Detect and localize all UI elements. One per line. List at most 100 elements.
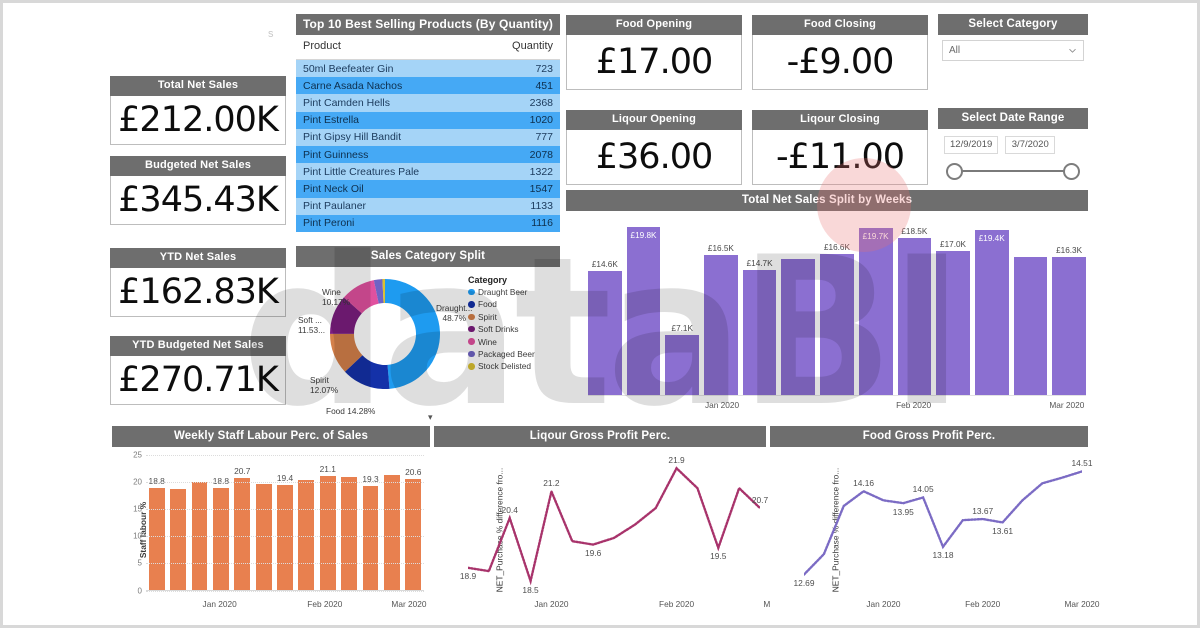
gridline xyxy=(146,508,424,510)
page-edge-left xyxy=(0,0,3,628)
line-path[interactable] xyxy=(468,465,760,586)
cell-product: Carne Asada Nachos xyxy=(296,77,482,95)
slider-handle-end[interactable] xyxy=(1063,162,1080,180)
bar-column[interactable]: £19.8K xyxy=(626,217,661,396)
bar[interactable] xyxy=(936,250,970,396)
bar[interactable] xyxy=(781,259,816,396)
bar[interactable] xyxy=(820,254,854,396)
kpi-card-ytd-net-sales[interactable]: YTD Net Sales £162.83K xyxy=(110,248,286,318)
line-series[interactable]: 18.9 20.4 18.5 21.2 19.6 21.9 19.5 20.7 xyxy=(460,455,768,595)
legend-item[interactable]: Spirit xyxy=(468,312,554,322)
legend-item[interactable]: Draught Beer xyxy=(468,287,554,297)
table-row[interactable]: Pint Peroni 1116 xyxy=(296,214,560,232)
weekly-staff-labour-visual[interactable]: Weekly Staff Labour Perc. of Sales Staff… xyxy=(112,426,430,616)
bar-value-label: £16.5K xyxy=(707,243,734,253)
table-row[interactable]: Pint Paulaner 1133 xyxy=(296,197,560,215)
kpi-card-ytd-budgeted-net-sales[interactable]: YTD Budgeted Net Sales £270.71K xyxy=(110,336,286,406)
bar[interactable] xyxy=(277,485,293,591)
bar[interactable] xyxy=(319,475,336,591)
table-row[interactable]: Pint Little Creatures Pale 1322 xyxy=(296,163,560,181)
date-start-input[interactable]: 12/9/2019 xyxy=(944,135,999,154)
top-products-table-visual[interactable]: Top 10 Best Selling Products (By Quantit… xyxy=(296,14,560,232)
date-range-slicer-visual[interactable]: Select Date Range 12/9/2019 3/7/2020 xyxy=(938,108,1088,190)
food-gross-profit-visual[interactable]: Food Gross Profit Perc. NET_Purchase % d… xyxy=(770,426,1100,616)
legend-item[interactable]: Soft Drinks xyxy=(468,324,554,334)
kpi-card-total-net-sales[interactable]: Total Net Sales £212.00K xyxy=(110,76,286,146)
bar[interactable] xyxy=(362,485,379,591)
kpi-card-liqour-closing[interactable]: Liqour Closing -£11.00 xyxy=(752,110,928,186)
bar-column[interactable]: £19.7K xyxy=(858,217,893,396)
chevron-down-icon[interactable]: ▾ xyxy=(428,412,433,423)
bar-series[interactable]: £14.6K £19.8K £7.1K £16.5K £14.7K £16.6K £19.7… xyxy=(588,217,1086,396)
bar-column[interactable]: £18.5K xyxy=(897,217,932,396)
bar[interactable] xyxy=(170,488,186,591)
point-value-label: 14.51 xyxy=(1071,457,1093,468)
bar[interactable] xyxy=(665,335,700,396)
table-row[interactable]: Pint Estrella 1020 xyxy=(296,111,560,129)
donut-slice-draught-beer[interactable] xyxy=(385,278,440,389)
bar[interactable] xyxy=(148,488,165,591)
bar[interactable] xyxy=(858,227,893,396)
date-range-slider[interactable] xyxy=(946,158,1080,184)
category-slicer-visual[interactable]: Select Category All xyxy=(938,14,1088,67)
line-series[interactable]: 12.69 14.16 13.95 14.05 13.18 13.67 13.61 14.51 xyxy=(794,455,1093,591)
table-row[interactable]: Carne Asada Nachos 451 xyxy=(296,77,560,95)
gridline xyxy=(146,454,424,456)
total-net-sales-by-weeks-visual[interactable]: Total Net Sales Split by Weeks TOTAL NET… xyxy=(566,190,1088,420)
legend-item[interactable]: Packaged Beer xyxy=(468,349,554,359)
bar[interactable] xyxy=(974,230,1009,396)
page-edge-top xyxy=(0,0,1200,3)
bar[interactable] xyxy=(897,237,932,396)
bar-column[interactable]: £14.7K xyxy=(742,217,777,396)
bar[interactable] xyxy=(234,477,251,591)
table-row[interactable]: 50ml Beefeater Gin 723 xyxy=(296,59,560,78)
bar[interactable] xyxy=(212,488,229,591)
bar-value-label: £18.5K xyxy=(901,226,928,236)
bar[interactable] xyxy=(704,254,738,396)
bar-column[interactable]: £7.1K xyxy=(665,217,700,396)
bar[interactable] xyxy=(341,476,358,591)
bar[interactable] xyxy=(742,270,777,396)
slider-handle-start[interactable] xyxy=(946,162,963,180)
bar[interactable] xyxy=(1052,256,1086,396)
kpi-card-liqour-opening[interactable]: Liqour Opening £36.00 xyxy=(566,110,742,186)
bar-column[interactable] xyxy=(1013,217,1048,396)
bar[interactable] xyxy=(588,271,622,396)
category-dropdown[interactable]: All xyxy=(942,39,1084,61)
legend-item[interactable]: Stock Delisted xyxy=(468,361,554,371)
table-row[interactable]: Pint Gipsy Hill Bandit 777 xyxy=(296,128,560,147)
bar-series[interactable]: 18.8 18.8 20.7 19.4 21.1 19.3 20.6 xyxy=(146,455,424,591)
bar[interactable] xyxy=(626,226,661,396)
bar-column[interactable]: £17.0K xyxy=(936,217,970,396)
gridline xyxy=(146,481,424,483)
liqour-gross-profit-visual[interactable]: Liqour Gross Profit Perc. NET_Purchase %… xyxy=(434,426,798,616)
donut-legend[interactable]: Category Draught Beer Food Spirit Soft Drin… xyxy=(468,275,554,374)
kpi-card-budgeted-net-sales[interactable]: Budgeted Net Sales £345.43K xyxy=(110,156,286,226)
bar-column[interactable]: £14.6K xyxy=(588,217,622,396)
bar-column[interactable] xyxy=(781,217,816,396)
legend-item[interactable]: Wine xyxy=(468,337,554,347)
table-row[interactable]: Pint Camden Hells 2368 xyxy=(296,94,560,112)
column-header-quantity[interactable]: Quantity xyxy=(481,35,560,61)
column-header-product[interactable]: Product xyxy=(296,35,482,61)
sales-category-split-visual[interactable]: Sales Category Split Wine 10.17% Soft ...… xyxy=(296,246,560,423)
bar[interactable] xyxy=(1013,257,1048,396)
table-row[interactable]: Pint Neck Oil 1547 xyxy=(296,180,560,198)
bar[interactable] xyxy=(255,483,272,591)
bar-column[interactable]: £19.4K xyxy=(974,217,1009,396)
legend-item[interactable]: Food xyxy=(468,299,554,309)
kpi-card-food-closing[interactable]: Food Closing -£9.00 xyxy=(752,15,928,91)
legend-swatch xyxy=(468,325,475,333)
date-end-input[interactable]: 3/7/2020 xyxy=(1005,135,1056,154)
bar[interactable] xyxy=(405,478,422,591)
bar-column[interactable]: £16.5K xyxy=(704,217,738,396)
table-row[interactable]: Pint Guinness 2078 xyxy=(296,146,560,164)
kpi-card-food-opening[interactable]: Food Opening £17.00 xyxy=(566,15,742,91)
products-table[interactable]: Product Quantity 50ml Beefeater Gin 723 Ca… xyxy=(296,35,560,232)
bar[interactable] xyxy=(384,474,400,591)
x-axis-tick: Jan 2020 xyxy=(534,598,569,609)
legend-label: Soft Drinks xyxy=(478,324,519,335)
bar-column[interactable]: £16.6K xyxy=(820,217,854,396)
legend-swatch xyxy=(468,301,475,308)
bar-column[interactable]: £16.3K xyxy=(1052,217,1086,396)
